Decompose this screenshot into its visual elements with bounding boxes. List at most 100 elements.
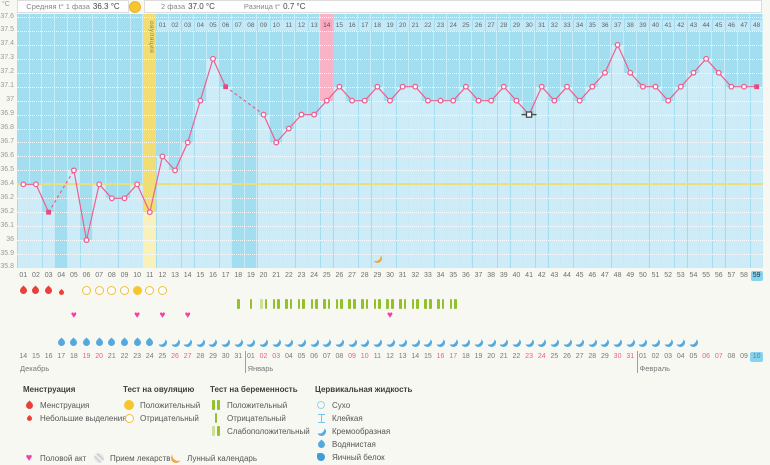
cycle-day-label[interactable]: 22 — [283, 271, 295, 281]
temp-point-day-41[interactable] — [526, 112, 531, 117]
temp-point-day-05[interactable] — [72, 168, 77, 173]
cycle-day-label[interactable]: 25 — [321, 271, 333, 281]
temp-point-day-24[interactable] — [312, 112, 317, 117]
cycle-day-label[interactable]: 50 — [637, 271, 649, 281]
temp-point-day-01[interactable] — [21, 182, 26, 187]
cycle-day-label[interactable]: 24 — [308, 271, 320, 281]
temp-point-day-10[interactable] — [135, 182, 140, 187]
temp-point-day-45[interactable] — [577, 98, 582, 103]
temp-point-day-38[interactable] — [489, 98, 494, 103]
temp-point-day-22[interactable] — [287, 126, 292, 131]
temp-point-day-36[interactable] — [464, 84, 469, 89]
temp-point-day-58[interactable] — [742, 84, 747, 89]
temp-point-day-42[interactable] — [539, 84, 544, 89]
temp-point-day-07[interactable] — [97, 182, 102, 187]
cycle-day-label[interactable]: 54 — [687, 271, 699, 281]
cycle-day-label[interactable]: 28 — [359, 271, 371, 281]
cycle-day-label[interactable]: 36 — [460, 271, 472, 281]
cycle-day-label[interactable]: 39 — [498, 271, 510, 281]
cycle-day-label[interactable]: 56 — [713, 271, 725, 281]
temp-point-day-47[interactable] — [603, 70, 608, 75]
temp-point-day-48[interactable] — [615, 43, 620, 48]
temp-point-day-39[interactable] — [501, 84, 506, 89]
cycle-day-label[interactable]: 49 — [624, 271, 636, 281]
temp-point-day-11[interactable] — [147, 210, 152, 215]
temp-point-day-30[interactable] — [388, 98, 393, 103]
temp-point-day-55[interactable] — [704, 57, 709, 62]
temp-point-day-29[interactable] — [375, 84, 380, 89]
cycle-day-label[interactable]: 06 — [81, 271, 93, 281]
cycle-day-label[interactable]: 48 — [612, 271, 624, 281]
temp-point-day-43[interactable] — [552, 98, 557, 103]
cycle-day-label[interactable]: 19 — [245, 271, 257, 281]
cycle-day-label[interactable]: 03 — [43, 271, 55, 281]
temp-point-day-28[interactable] — [362, 98, 367, 103]
temp-point-day-52[interactable] — [666, 98, 671, 103]
temp-point-day-12[interactable] — [160, 154, 165, 159]
cycle-day-label[interactable]: 21 — [270, 271, 282, 281]
temp-point-day-20[interactable] — [261, 112, 266, 117]
cycle-day-label[interactable]: 46 — [586, 271, 598, 281]
temp-point-day-27[interactable] — [350, 98, 355, 103]
cycle-day-label[interactable]: 15 — [194, 271, 206, 281]
cycle-day-label[interactable]: 04 — [55, 271, 67, 281]
temp-point-day-32[interactable] — [413, 84, 418, 89]
cycle-day-label[interactable]: 52 — [662, 271, 674, 281]
cycle-day-label[interactable]: 40 — [510, 271, 522, 281]
cycle-day-label[interactable]: 57 — [725, 271, 737, 281]
cycle-day-label[interactable]: 02 — [30, 271, 42, 281]
cycle-day-label[interactable]: 10 — [131, 271, 143, 281]
cycle-day-label[interactable]: 26 — [333, 271, 345, 281]
temp-point-day-46[interactable] — [590, 84, 595, 89]
temp-point-day-31[interactable] — [400, 84, 405, 89]
cycle-day-label[interactable]: 43 — [548, 271, 560, 281]
temp-point-day-34[interactable] — [438, 98, 443, 103]
temp-point-day-08[interactable] — [110, 196, 115, 201]
cycle-day-label[interactable]: 31 — [397, 271, 409, 281]
cycle-day-label[interactable]: 12 — [156, 271, 168, 281]
cycle-day-label[interactable]: 33 — [422, 271, 434, 281]
temp-point-day-15[interactable] — [198, 98, 203, 103]
temp-point-day-56[interactable] — [716, 70, 721, 75]
temp-point-day-54[interactable] — [691, 70, 696, 75]
cycle-day-label[interactable]: 41 — [523, 271, 535, 281]
cycle-day-label[interactable]: 47 — [599, 271, 611, 281]
cycle-day-label[interactable]: 44 — [561, 271, 573, 281]
cycle-day-label[interactable]: 53 — [675, 271, 687, 281]
cycle-day-label[interactable]: 27 — [346, 271, 358, 281]
cycle-day-label[interactable]: 51 — [650, 271, 662, 281]
temp-point-day-37[interactable] — [476, 98, 481, 103]
cycle-day-label[interactable]: 11 — [144, 271, 156, 281]
cycle-day-label[interactable]: 14 — [182, 271, 194, 281]
cycle-day-label[interactable]: 30 — [384, 271, 396, 281]
cycle-day-label[interactable]: 59 — [751, 271, 763, 281]
cycle-day-label[interactable]: 37 — [473, 271, 485, 281]
temp-point-day-06[interactable] — [84, 238, 89, 243]
temp-point-day-14[interactable] — [185, 140, 190, 145]
temp-point-day-25[interactable] — [324, 98, 329, 103]
temp-point-day-03[interactable] — [46, 210, 51, 215]
temp-point-day-17[interactable] — [223, 84, 228, 89]
cycle-day-label[interactable]: 34 — [435, 271, 447, 281]
cycle-day-label[interactable]: 35 — [447, 271, 459, 281]
temp-point-day-33[interactable] — [426, 98, 431, 103]
temp-point-day-16[interactable] — [211, 57, 216, 62]
temp-point-day-51[interactable] — [653, 84, 658, 89]
temp-point-day-40[interactable] — [514, 98, 519, 103]
cycle-day-label[interactable]: 38 — [485, 271, 497, 281]
temp-point-day-26[interactable] — [337, 84, 342, 89]
cycle-day-label[interactable]: 42 — [536, 271, 548, 281]
cycle-day-label[interactable]: 45 — [574, 271, 586, 281]
temp-point-day-35[interactable] — [451, 98, 456, 103]
temp-point-day-53[interactable] — [679, 84, 684, 89]
cycle-day-label[interactable]: 05 — [68, 271, 80, 281]
cycle-day-label[interactable]: 55 — [700, 271, 712, 281]
cycle-day-label[interactable]: 17 — [220, 271, 232, 281]
cycle-day-label[interactable]: 13 — [169, 271, 181, 281]
cycle-day-label[interactable]: 08 — [106, 271, 118, 281]
temp-point-day-57[interactable] — [729, 84, 734, 89]
temp-point-day-02[interactable] — [34, 182, 39, 187]
temp-point-day-13[interactable] — [173, 168, 178, 173]
temp-point-day-23[interactable] — [299, 112, 304, 117]
temp-point-day-50[interactable] — [641, 84, 646, 89]
